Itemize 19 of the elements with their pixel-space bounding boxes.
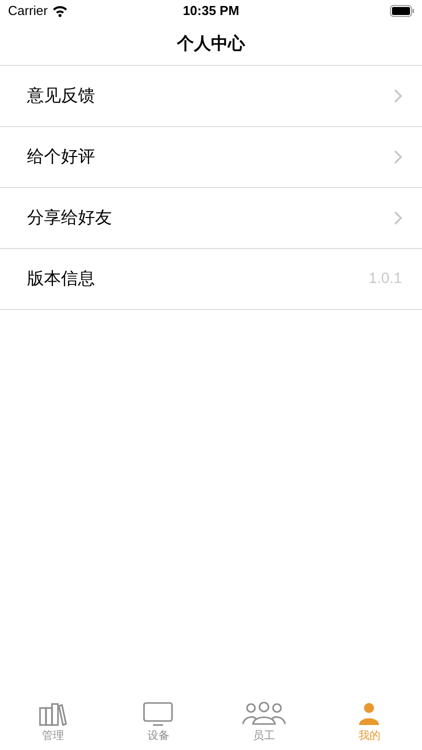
row-label: 分享给好友 [27, 207, 112, 230]
settings-row[interactable]: 意见反馈 [0, 66, 422, 127]
row-label: 版本信息 [27, 268, 95, 290]
person-icon [357, 702, 382, 726]
chevron-right-icon [394, 150, 402, 164]
carrier-label: Carrier [8, 2, 48, 20]
clock-time: 10:35 PM [182, 2, 240, 20]
chevron-right-icon [394, 89, 402, 103]
row-label: 意见反馈 [27, 85, 95, 108]
battery-icon [390, 5, 414, 17]
wifi-icon [52, 5, 68, 17]
people-icon [242, 702, 286, 726]
page-title: 个人中心 [177, 32, 245, 55]
settings-row[interactable]: 给个好评 [0, 127, 422, 188]
monitor-icon [143, 702, 174, 726]
books-icon [38, 702, 68, 726]
row-label: 给个好评 [27, 146, 95, 168]
chevron-right-icon [394, 211, 402, 225]
settings-row[interactable]: 分享给好友 [0, 188, 422, 249]
